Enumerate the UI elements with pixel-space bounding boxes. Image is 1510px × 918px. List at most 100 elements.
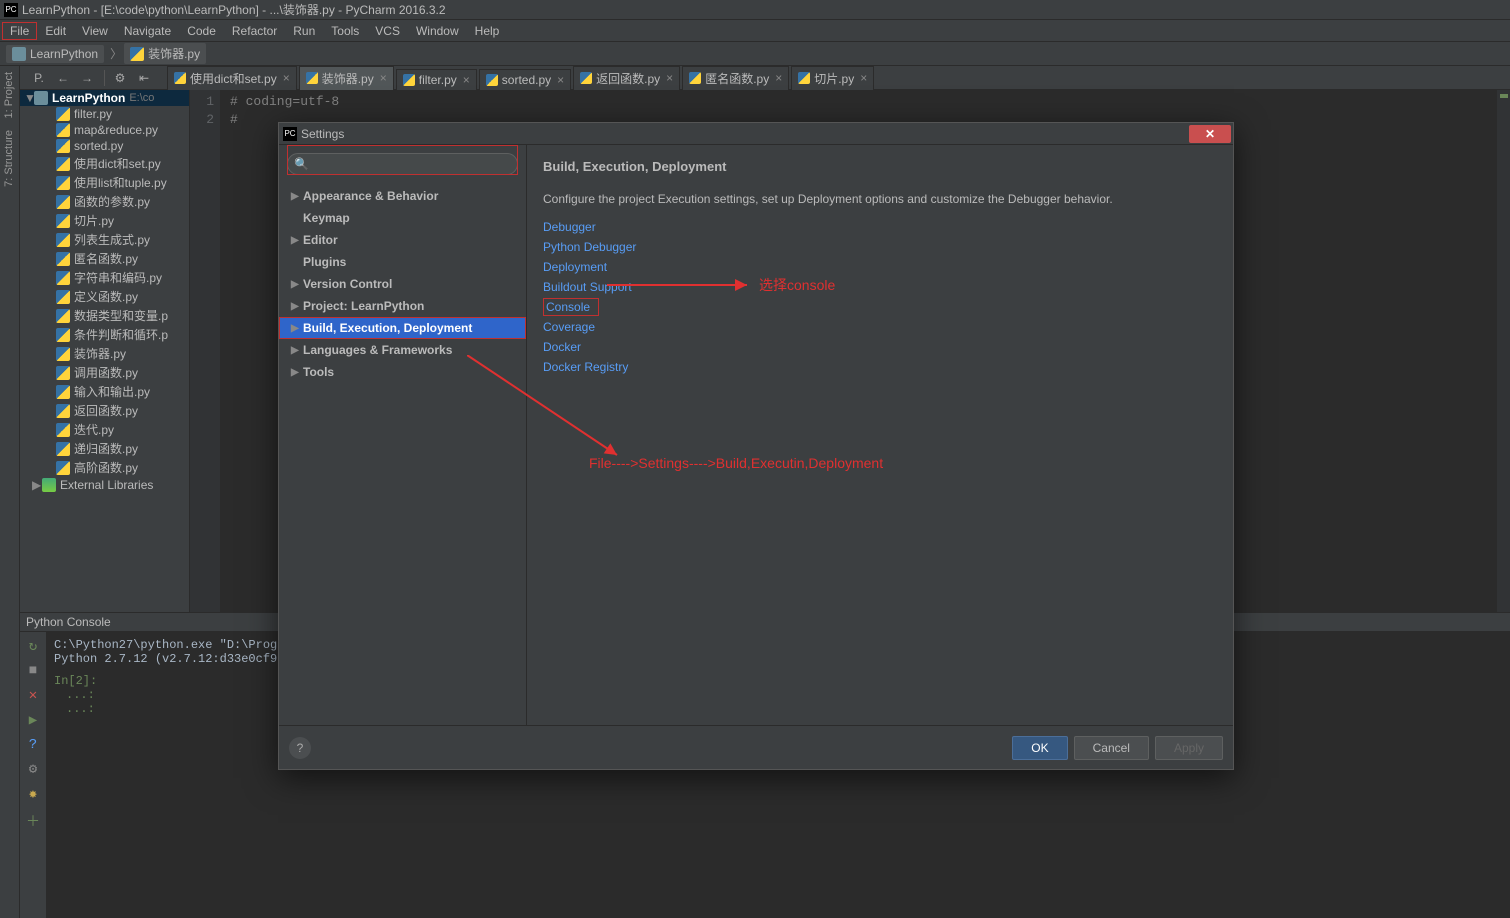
ok-button[interactable]: OK xyxy=(1012,736,1067,760)
debug-icon[interactable]: ✸ xyxy=(29,786,37,803)
stop-icon[interactable]: ■ xyxy=(29,663,37,679)
link-console[interactable]: Console xyxy=(543,298,599,316)
tree-external-libs[interactable]: ▶ External Libraries xyxy=(20,477,189,493)
cat-languages[interactable]: ▶Languages & Frameworks xyxy=(279,339,526,361)
chevron-right-icon[interactable]: ▶ xyxy=(32,478,42,492)
toolbar-btn-fwd[interactable]: → xyxy=(76,68,98,88)
close-icon[interactable]: × xyxy=(283,71,290,85)
toolbar-btn-gear[interactable]: ⚙ xyxy=(109,68,131,88)
run-icon[interactable]: ▶ xyxy=(29,712,37,729)
tree-file[interactable]: 字符串和编码.py xyxy=(20,268,189,287)
dialog-body: 🔍 ▶Appearance & Behavior Keymap ▶Editor … xyxy=(279,145,1233,725)
editor-tab-4[interactable]: 返回函数.py× xyxy=(573,66,680,90)
close-icon[interactable]: × xyxy=(557,73,564,87)
editor-tab-5[interactable]: 匿名函数.py× xyxy=(682,66,789,90)
gutter-mark-green xyxy=(1500,94,1508,98)
cat-plugins[interactable]: Plugins xyxy=(279,251,526,273)
editor-tab-3[interactable]: sorted.py× xyxy=(479,69,571,90)
dialog-close-button[interactable]: ✕ xyxy=(1189,125,1231,143)
breadcrumb-root[interactable]: LearnPython xyxy=(6,45,104,63)
toolbar-btn-back[interactable]: ← xyxy=(52,68,74,88)
cat-version-control[interactable]: ▶Version Control xyxy=(279,273,526,295)
tree-file[interactable]: 列表生成式.py xyxy=(20,230,189,249)
dialog-titlebar[interactable]: PC Settings ✕ xyxy=(279,123,1233,145)
close-icon[interactable]: × xyxy=(380,71,387,85)
tree-file[interactable]: 条件判断和循环.p xyxy=(20,325,189,344)
menu-edit[interactable]: Edit xyxy=(37,22,74,40)
tree-file[interactable]: 返回函数.py xyxy=(20,401,189,420)
stripe-project[interactable]: 1: Project xyxy=(0,66,18,124)
close-icon[interactable]: × xyxy=(666,71,673,85)
cat-tools[interactable]: ▶Tools xyxy=(279,361,526,383)
menu-help[interactable]: Help xyxy=(467,22,508,40)
help-icon[interactable]: ? xyxy=(29,737,37,753)
stripe-structure[interactable]: 7: Structure xyxy=(0,124,18,193)
settings-category-list[interactable]: 🔍 ▶Appearance & Behavior Keymap ▶Editor … xyxy=(279,145,527,725)
cat-build-execution-deployment[interactable]: ▶Build, Execution, Deployment xyxy=(279,317,526,339)
apply-button[interactable]: Apply xyxy=(1155,736,1223,760)
tree-file[interactable]: 使用dict和set.py xyxy=(20,154,189,173)
menu-refactor[interactable]: Refactor xyxy=(224,22,285,40)
editor-tab-1[interactable]: 装饰器.py× xyxy=(299,66,394,90)
menu-code[interactable]: Code xyxy=(179,22,224,40)
add-icon[interactable]: ＋ xyxy=(26,811,40,831)
menu-window[interactable]: Window xyxy=(408,22,467,40)
menu-view[interactable]: View xyxy=(74,22,116,40)
close-icon[interactable]: × xyxy=(860,71,867,85)
tree-file[interactable]: 函数的参数.py xyxy=(20,192,189,211)
tree-file[interactable]: 调用函数.py xyxy=(20,363,189,382)
tree-file[interactable]: 输入和输出.py xyxy=(20,382,189,401)
tree-file[interactable]: 数据类型和变量.p xyxy=(20,306,189,325)
close-icon[interactable]: × xyxy=(775,71,782,85)
link-buildout[interactable]: Buildout Support xyxy=(543,278,1217,296)
project-tree[interactable]: ▼ LearnPython E:\co filter.pymap&reduce.… xyxy=(20,90,190,612)
editor-tab-6[interactable]: 切片.py× xyxy=(791,66,874,90)
tree-file[interactable]: 匿名函数.py xyxy=(20,249,189,268)
cat-keymap[interactable]: Keymap xyxy=(279,207,526,229)
tree-file[interactable]: 高阶函数.py xyxy=(20,458,189,477)
chevron-down-icon[interactable]: ▼ xyxy=(24,91,34,105)
menu-tools[interactable]: Tools xyxy=(323,22,367,40)
menu-vcs[interactable]: VCS xyxy=(367,22,408,40)
tree-file[interactable]: 定义函数.py xyxy=(20,287,189,306)
cat-editor[interactable]: ▶Editor xyxy=(279,229,526,251)
link-deployment[interactable]: Deployment xyxy=(543,258,1217,276)
toolbar-btn-collapse[interactable]: ⇤ xyxy=(133,68,155,88)
tree-file-name: 列表生成式.py xyxy=(74,231,150,248)
settings-icon[interactable]: ⚙ xyxy=(29,761,37,778)
dialog-help-button[interactable]: ? xyxy=(289,737,311,759)
tree-file[interactable]: 使用list和tuple.py xyxy=(20,173,189,192)
rerun-icon[interactable]: ↻ xyxy=(29,638,37,655)
main-menubar[interactable]: File Edit View Navigate Code Refactor Ru… xyxy=(0,20,1510,42)
toolbar-btn-py[interactable]: P. xyxy=(28,68,50,88)
link-docker[interactable]: Docker xyxy=(543,338,1217,356)
settings-search-input[interactable]: 🔍 xyxy=(287,153,518,175)
editor-tab-0[interactable]: 使用dict和set.py× xyxy=(167,66,297,90)
tree-file[interactable]: sorted.py xyxy=(20,138,189,154)
python-file-icon xyxy=(306,72,318,84)
tree-file[interactable]: 切片.py xyxy=(20,211,189,230)
cat-appearance[interactable]: ▶Appearance & Behavior xyxy=(279,185,526,207)
close-icon[interactable]: × xyxy=(463,73,470,87)
tree-file[interactable]: map&reduce.py xyxy=(20,122,189,138)
link-docker-registry[interactable]: Docker Registry xyxy=(543,358,1217,376)
editor-tab-2[interactable]: filter.py× xyxy=(396,69,477,90)
tree-file[interactable]: 递归函数.py xyxy=(20,439,189,458)
tree-root[interactable]: ▼ LearnPython E:\co xyxy=(20,90,189,106)
settings-search-field[interactable] xyxy=(313,157,511,172)
breadcrumb-file[interactable]: 装饰器.py xyxy=(124,43,206,64)
tree-file[interactable]: 装饰器.py xyxy=(20,344,189,363)
menu-file[interactable]: File xyxy=(2,22,37,40)
console-output[interactable]: C:\Python27\python.exe "D:\Prog Python 2… xyxy=(46,632,285,918)
close-icon[interactable]: ✕ xyxy=(29,687,37,704)
cat-project[interactable]: ▶Project: LearnPython xyxy=(279,295,526,317)
link-debugger[interactable]: Debugger xyxy=(543,218,1217,236)
menu-navigate[interactable]: Navigate xyxy=(116,22,179,40)
python-file-icon xyxy=(56,461,70,475)
menu-run[interactable]: Run xyxy=(285,22,323,40)
link-coverage[interactable]: Coverage xyxy=(543,318,1217,336)
tree-file[interactable]: filter.py xyxy=(20,106,189,122)
tree-file[interactable]: 迭代.py xyxy=(20,420,189,439)
link-python-debugger[interactable]: Python Debugger xyxy=(543,238,1217,256)
cancel-button[interactable]: Cancel xyxy=(1074,736,1149,760)
